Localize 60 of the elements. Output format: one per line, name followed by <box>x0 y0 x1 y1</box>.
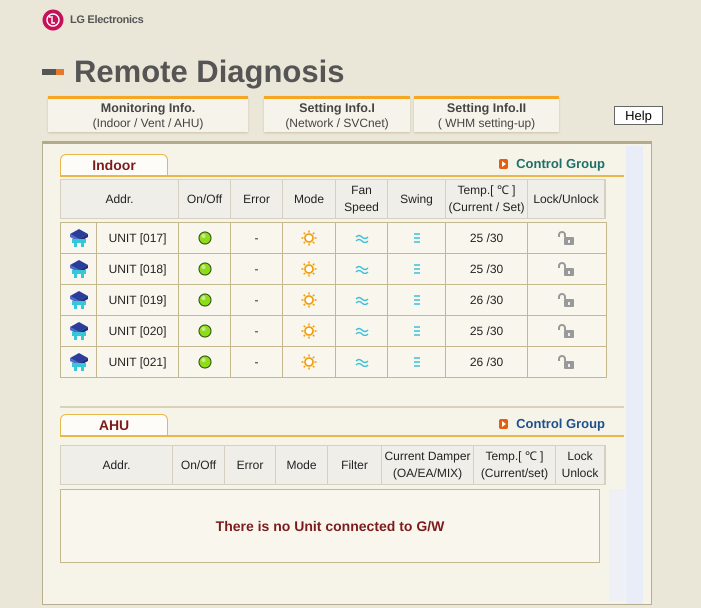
fan-speed-icon <box>354 296 368 304</box>
nav-tab[interactable]: Setting Info.II ( WHM setting-up) <box>414 96 559 132</box>
fan-speed-icon <box>354 358 368 366</box>
sun-icon <box>301 261 317 277</box>
column-header: Addr. <box>61 446 173 484</box>
swing-icon <box>414 233 420 243</box>
swing-icon <box>414 357 420 367</box>
table-row[interactable]: UNIT [019] - 26 /30 <box>61 284 606 315</box>
table-cell: 26 /30 <box>446 347 528 377</box>
table-cell: - <box>231 347 283 377</box>
sun-icon <box>301 230 317 246</box>
help-button[interactable]: Help <box>614 106 663 125</box>
nav-tab[interactable]: Monitoring Info. (Indoor / Vent / AHU) <box>48 96 248 132</box>
fan-speed-icon <box>354 264 368 274</box>
logo-icon <box>42 9 64 31</box>
unit-icon <box>68 290 90 310</box>
column-header: Swing <box>388 180 446 218</box>
column-header: Mode <box>283 180 336 218</box>
column-header: Current Damper (OA/EA/MIX) <box>382 446 474 484</box>
sun-icon <box>301 323 317 339</box>
control-group-link[interactable]: Control Group <box>499 416 605 431</box>
arrow-icon <box>499 418 508 428</box>
column-header: On/Off <box>179 180 231 218</box>
column-header: Error <box>231 180 283 218</box>
fan-speed-icon <box>354 234 368 242</box>
table-row[interactable]: UNIT [017] - 25 /30 <box>61 223 606 253</box>
column-header: On/Off <box>173 446 225 484</box>
control-group-link[interactable]: Control Group <box>499 156 605 171</box>
title-marker-icon <box>42 69 64 75</box>
column-header: Mode <box>276 446 328 484</box>
table-row[interactable]: UNIT [020] - 25 /30 <box>61 315 606 346</box>
unit-icon <box>68 352 90 372</box>
column-header: Lock/Unlock <box>528 180 605 218</box>
nav-tab[interactable]: Setting Info.I (Network / SVCnet) <box>264 96 410 132</box>
arrow-icon <box>499 158 508 168</box>
unit-icon <box>68 259 90 279</box>
unit-icon <box>68 228 90 248</box>
column-header: Error <box>225 446 276 484</box>
unit-icon <box>68 321 90 341</box>
swing-icon <box>414 326 420 336</box>
column-header: Lock Unlock <box>556 446 605 484</box>
fan-speed-icon <box>354 326 368 336</box>
column-header: Addr. <box>61 180 179 218</box>
table-row[interactable]: UNIT [021] - 26 /30 <box>61 346 606 377</box>
column-header: Filter <box>328 446 382 484</box>
sun-icon <box>301 354 317 370</box>
column-header: Temp.[ ℃ ](Current / Set) <box>446 180 528 218</box>
column-header: Fan Speed <box>336 180 388 218</box>
scrollbar[interactable] <box>626 146 643 604</box>
column-header: Temp.[ ℃ ](Current/set) <box>474 446 556 484</box>
swing-icon <box>414 264 420 274</box>
page-title: Remote Diagnosis <box>74 54 344 90</box>
brand-name: LG Electronics <box>70 14 144 26</box>
swing-icon <box>414 295 420 305</box>
section-tab[interactable]: AHU <box>60 414 168 435</box>
table-cell: UNIT [021] <box>97 347 179 377</box>
empty-message: There is no Unit connected to G/W <box>216 518 444 534</box>
section-tab[interactable]: Indoor <box>60 154 168 175</box>
sun-icon <box>301 292 317 308</box>
table-row[interactable]: UNIT [018] - 25 /30 <box>61 253 606 284</box>
